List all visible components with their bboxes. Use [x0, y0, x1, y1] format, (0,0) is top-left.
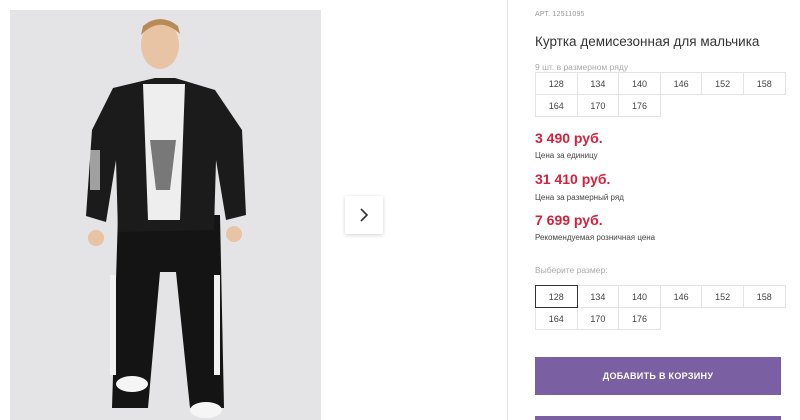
gallery-next-button[interactable]: [345, 196, 383, 234]
add-to-cart-button[interactable]: ДОБАВИТЬ В КОРЗИНУ: [535, 357, 781, 395]
secondary-action-button[interactable]: [535, 416, 781, 420]
size-option[interactable]: 164: [535, 307, 578, 330]
size-row-cell: 140: [618, 72, 661, 95]
size-option[interactable]: 170: [576, 307, 620, 330]
size-row-cell: 176: [618, 94, 661, 117]
size-row-cell: 152: [701, 72, 744, 95]
retail-price-label: Рекомендуемая розничная цена: [535, 233, 656, 242]
size-option[interactable]: 140: [618, 285, 661, 308]
size-selector: 128 134 140 146 152 158 164 170 176: [535, 285, 786, 330]
size-row-cell: 146: [659, 72, 703, 95]
retail-price: 7 699 руб.: [535, 212, 603, 228]
size-row-cell: 158: [742, 72, 786, 95]
size-row-cell: 170: [576, 94, 620, 117]
size-row-count: 9 шт. в размерном ряду: [535, 62, 629, 72]
choose-size-label: Выберите размер:: [535, 265, 608, 275]
column-divider: [507, 0, 508, 420]
unit-price-label: Цена за единицу: [535, 151, 598, 160]
size-option[interactable]: 176: [618, 307, 661, 330]
size-option[interactable]: 158: [742, 285, 786, 308]
size-row-cell: 164: [535, 94, 578, 117]
chevron-right-icon: [360, 208, 369, 222]
size-row-price: 31 410 руб.: [535, 171, 611, 187]
size-option[interactable]: 134: [576, 285, 620, 308]
size-option-selected[interactable]: 128: [535, 285, 578, 308]
size-option[interactable]: 152: [701, 285, 744, 308]
product-photo[interactable]: [10, 10, 321, 420]
unit-price: 3 490 руб.: [535, 130, 603, 146]
product-title: Куртка демисезонная для мальчика: [535, 34, 760, 49]
size-row-grid: 128 134 140 146 152 158 164 170 176: [535, 72, 786, 117]
size-row-cell: 128: [535, 72, 578, 95]
size-row-price-label: Цена за размерный ряд: [535, 193, 624, 202]
article-number: АРТ. 12511095: [535, 11, 585, 18]
size-row-cell: 134: [576, 72, 620, 95]
size-option[interactable]: 146: [659, 285, 703, 308]
product-photo-image: [10, 10, 321, 420]
